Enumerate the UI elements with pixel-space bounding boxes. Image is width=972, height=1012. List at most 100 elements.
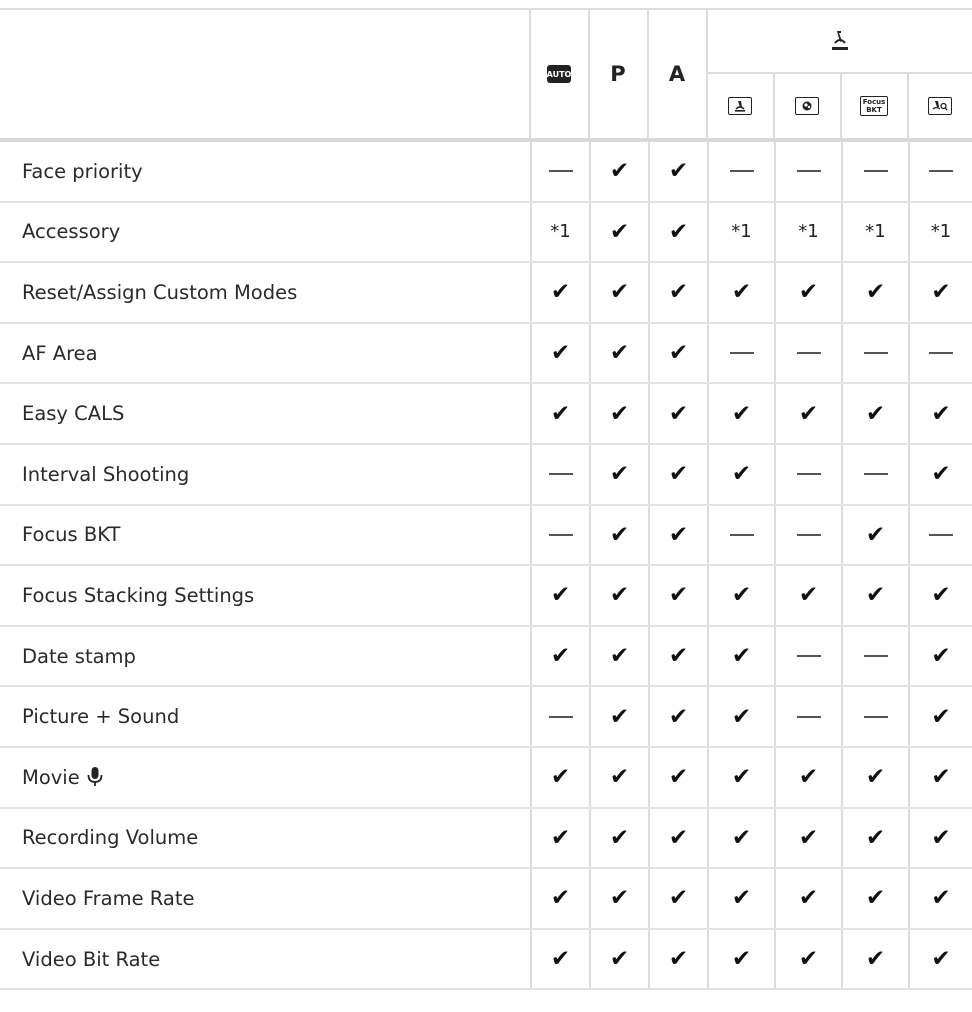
check-icon: ✔ — [668, 400, 689, 427]
value-cell: ✔ — [648, 747, 707, 807]
value-cell: ✔ — [648, 687, 707, 746]
value-cell: ✔ — [908, 384, 972, 443]
check-icon: ✔ — [731, 400, 752, 427]
footnote-mark: *1 — [550, 221, 571, 243]
check-icon: ✔ — [609, 461, 630, 488]
value-cell: ✔ — [648, 142, 707, 201]
row-label: Video Frame Rate — [0, 869, 530, 928]
row-label-text: AF Area — [22, 341, 98, 365]
value-cell — [841, 323, 908, 383]
value-cell: ✔ — [908, 747, 972, 807]
value-cell: ✔ — [589, 384, 648, 443]
check-icon: ✔ — [865, 279, 886, 306]
row-label: Face priority — [0, 142, 530, 201]
table-row: Easy CALS ✔ ✔ ✔ ✔ ✔ ✔ ✔ — [0, 384, 972, 445]
check-icon: ✔ — [550, 400, 571, 427]
check-icon: ✔ — [865, 521, 886, 548]
check-icon: ✔ — [865, 582, 886, 609]
row-label: Reset/Assign Custom Modes — [0, 263, 530, 322]
check-icon: ✔ — [731, 643, 752, 670]
dash-mark — [863, 655, 888, 658]
value-cell: ✔ — [648, 808, 707, 868]
table-row: Picture + Sound ✔ ✔ ✔ ✔ — [0, 687, 972, 748]
check-icon: ✔ — [731, 461, 752, 488]
value-cell: ✔ — [589, 505, 648, 565]
row-label-text: Easy CALS — [22, 402, 125, 426]
value-cell: ✔ — [908, 687, 972, 746]
value-cell: ✔ — [841, 263, 908, 322]
value-cell: ✔ — [707, 263, 774, 322]
value-cell: ✔ — [530, 869, 589, 928]
check-icon: ✔ — [609, 279, 630, 306]
table-row: Focus BKT ✔ ✔ ✔ — [0, 505, 972, 567]
table-body: Face priority ✔ ✔ Accessory *1 ✔ ✔ *1 *1 *1 *1 Rese… — [0, 142, 972, 991]
check-icon: ✔ — [731, 885, 752, 912]
value-cell: ✔ — [908, 566, 972, 625]
value-cell: ✔ — [648, 626, 707, 686]
row-label-text: Interval Shooting — [22, 462, 190, 486]
check-icon: ✔ — [609, 764, 630, 791]
value-cell — [530, 687, 589, 746]
table-row: Accessory *1 ✔ ✔ *1 *1 *1 *1 — [0, 202, 972, 264]
value-cell — [530, 505, 589, 565]
row-label-text: Face priority — [22, 159, 143, 183]
check-icon: ✔ — [668, 643, 689, 670]
value-cell: ✔ — [648, 929, 707, 989]
microphone-icon — [87, 767, 103, 787]
value-cell: ✔ — [530, 263, 589, 322]
value-cell: ✔ — [589, 142, 648, 201]
check-icon: ✔ — [609, 340, 630, 367]
value-cell — [530, 444, 589, 504]
value-cell: ✔ — [774, 747, 841, 807]
check-icon: ✔ — [550, 824, 571, 851]
check-icon: ✔ — [550, 764, 571, 791]
check-icon: ✔ — [731, 582, 752, 609]
value-cell: ✔ — [589, 566, 648, 625]
value-cell: ✔ — [841, 929, 908, 989]
row-label: Picture + Sound — [0, 687, 530, 746]
value-cell — [908, 142, 972, 201]
microscope-magnify-icon — [928, 97, 952, 115]
check-icon: ✔ — [668, 703, 689, 730]
row-label: Easy CALS — [0, 384, 530, 443]
check-icon: ✔ — [865, 824, 886, 851]
value-cell: ✔ — [530, 626, 589, 686]
row-label: Recording Volume — [0, 809, 530, 868]
value-cell: ✔ — [774, 263, 841, 322]
auto-icon: AUTO — [547, 65, 571, 83]
check-icon: ✔ — [609, 582, 630, 609]
check-icon: ✔ — [550, 340, 571, 367]
footnote-mark: *1 — [798, 221, 819, 243]
value-cell: ✔ — [648, 505, 707, 565]
value-cell: ✔ — [530, 747, 589, 807]
microscope-magnify-header — [908, 74, 972, 138]
value-cell: ✔ — [707, 384, 774, 443]
value-cell: ✔ — [589, 323, 648, 383]
check-icon: ✔ — [865, 885, 886, 912]
p-mode-header: P — [610, 62, 626, 86]
dash-mark — [796, 473, 821, 476]
table-row: Face priority ✔ ✔ — [0, 142, 972, 203]
value-cell: ✔ — [908, 626, 972, 686]
value-cell: ✔ — [774, 869, 841, 928]
dash-mark — [796, 352, 821, 355]
table-row: Movie ✔ ✔ ✔ ✔ ✔ ✔ ✔ — [0, 747, 972, 809]
value-cell: *1 — [908, 202, 972, 262]
check-icon: ✔ — [798, 279, 819, 306]
dash-mark — [796, 715, 821, 718]
footnote-mark: *1 — [731, 221, 752, 243]
check-icon: ✔ — [865, 400, 886, 427]
check-icon: ✔ — [798, 582, 819, 609]
check-icon: ✔ — [550, 279, 571, 306]
a-mode-header: A — [668, 62, 686, 86]
check-icon: ✔ — [609, 946, 630, 973]
value-cell — [841, 142, 908, 201]
check-icon: ✔ — [931, 279, 951, 306]
row-label-text: Movie — [22, 765, 80, 789]
value-cell — [774, 687, 841, 746]
value-cell: ✔ — [707, 869, 774, 928]
microscope-group-header — [707, 10, 972, 72]
table-row: Video Frame Rate ✔ ✔ ✔ ✔ ✔ ✔ ✔ — [0, 869, 972, 930]
check-icon: ✔ — [668, 764, 689, 791]
row-label: Video Bit Rate — [0, 930, 530, 989]
